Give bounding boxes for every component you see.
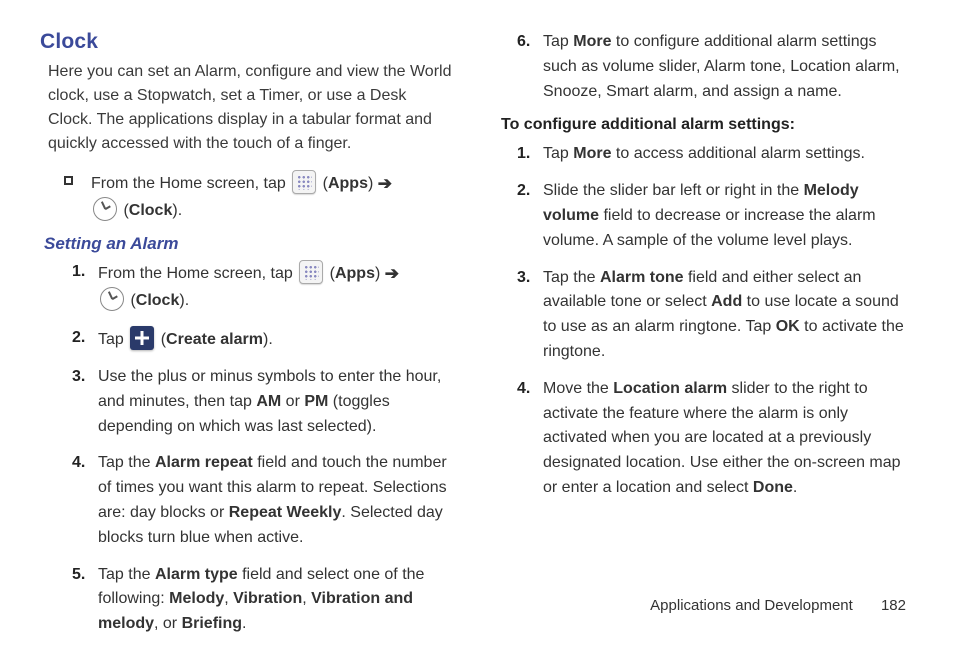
clock-label: Clock: [136, 292, 180, 309]
steps-list-left: 1. From the Home screen, tap (Apps) ➔ (C…: [72, 260, 453, 637]
add-label: Add: [711, 293, 742, 310]
bullet-from-home: From the Home screen, tap (Apps) ➔ (Cloc…: [64, 170, 453, 224]
step-body: Tap More to access additional alarm sett…: [543, 142, 914, 167]
text: From the Home screen, tap: [91, 175, 290, 192]
alarm-type-label: Alarm type: [155, 566, 238, 583]
text: Tap the: [98, 454, 155, 471]
step-body: Tap the Alarm type field and select one …: [98, 563, 453, 637]
step-item: 4. Tap the Alarm repeat field and touch …: [72, 451, 453, 550]
step-item: 3. Use the plus or minus symbols to ente…: [72, 365, 453, 439]
step-number: 4.: [517, 377, 543, 501]
text: ).: [263, 331, 273, 348]
step-body: Move the Location alarm slider to the ri…: [543, 377, 914, 501]
done-label: Done: [753, 479, 793, 496]
page-content: Clock Here you can set an Alarm, configu…: [0, 0, 954, 649]
step-item: 4. Move the Location alarm slider to the…: [517, 377, 914, 501]
arrow-right-icon: ➔: [385, 261, 399, 287]
configure-additional-heading: To configure additional alarm settings:: [501, 116, 914, 134]
melody-label: Melody: [169, 590, 224, 607]
text: ).: [172, 202, 182, 219]
text: , or: [154, 615, 182, 632]
bullet-text: From the Home screen, tap (Apps) ➔ (Cloc…: [91, 170, 392, 224]
vibration-label: Vibration: [233, 590, 302, 607]
intro-paragraph: Here you can set an Alarm, configure and…: [48, 60, 453, 156]
step-number: 3.: [72, 365, 98, 439]
square-bullet-icon: [64, 176, 73, 185]
step-item: 6. Tap More to configure additional alar…: [517, 30, 914, 104]
step-number: 6.: [517, 30, 543, 104]
clock-icon: [93, 197, 117, 221]
text: Slide the slider bar left or right in th…: [543, 182, 804, 199]
text: .: [242, 615, 246, 632]
text: ,: [302, 590, 311, 607]
apps-label: Apps: [328, 175, 368, 192]
step-body: Slide the slider bar left or right in th…: [543, 179, 914, 253]
step-item: 3. Tap the Alarm tone field and either s…: [517, 266, 914, 365]
text: Move the: [543, 380, 613, 397]
step-body: From the Home screen, tap (Apps) ➔ (Cloc…: [98, 260, 453, 314]
steps-list-continued: 6. Tap More to configure additional alar…: [517, 30, 914, 104]
step-number: 5.: [72, 563, 98, 637]
clock-icon: [100, 287, 124, 311]
text: From the Home screen, tap: [98, 265, 297, 282]
step-item: 5. Tap the Alarm type field and select o…: [72, 563, 453, 637]
am-label: AM: [256, 393, 281, 410]
left-column: Clock Here you can set an Alarm, configu…: [40, 30, 453, 649]
ok-label: OK: [776, 318, 800, 335]
text: Tap: [543, 33, 573, 50]
text: Tap: [98, 331, 128, 348]
text: to access additional alarm settings.: [611, 145, 864, 162]
page-number: 182: [881, 597, 906, 614]
step-body: Tap the Alarm tone field and either sele…: [543, 266, 914, 365]
step-body: Tap the Alarm repeat field and touch the…: [98, 451, 453, 550]
text: ): [375, 265, 385, 282]
step-body: Tap More to configure additional alarm s…: [543, 30, 914, 104]
location-alarm-label: Location alarm: [613, 380, 727, 397]
text: .: [793, 479, 797, 496]
right-column: 6. Tap More to configure additional alar…: [501, 30, 914, 649]
more-label: More: [573, 145, 611, 162]
apps-grid-icon: [299, 260, 323, 284]
step-item: 1. Tap More to access additional alarm s…: [517, 142, 914, 167]
step-body: Tap (Create alarm).: [98, 326, 453, 353]
create-alarm-label: Create alarm: [166, 331, 263, 348]
alarm-tone-label: Alarm tone: [600, 269, 684, 286]
text: or: [281, 393, 304, 410]
clock-label: Clock: [129, 202, 173, 219]
page-footer: Applications and Development 182: [650, 597, 906, 614]
footer-section-name: Applications and Development: [650, 597, 853, 614]
text: ,: [224, 590, 233, 607]
briefing-label: Briefing: [182, 615, 242, 632]
text: slider to the right to activate the feat…: [543, 380, 901, 496]
plus-icon: [130, 326, 154, 350]
step-number: 1.: [517, 142, 543, 167]
step-number: 2.: [72, 326, 98, 353]
apps-grid-icon: [292, 170, 316, 194]
step-item: 2. Tap (Create alarm).: [72, 326, 453, 353]
step-number: 3.: [517, 266, 543, 365]
more-label: More: [573, 33, 611, 50]
text: Tap the: [543, 269, 600, 286]
arrow-right-icon: ➔: [378, 171, 392, 197]
step-item: 2. Slide the slider bar left or right in…: [517, 179, 914, 253]
step-body: Use the plus or minus symbols to enter t…: [98, 365, 453, 439]
step-number: 2.: [517, 179, 543, 253]
step-number: 1.: [72, 260, 98, 314]
apps-label: Apps: [335, 265, 375, 282]
step-item: 1. From the Home screen, tap (Apps) ➔ (C…: [72, 260, 453, 314]
text: ).: [179, 292, 189, 309]
pm-label: PM: [304, 393, 328, 410]
repeat-weekly-label: Repeat Weekly: [229, 504, 342, 521]
step-number: 4.: [72, 451, 98, 550]
subsection-heading: Setting an Alarm: [44, 234, 453, 254]
text: Tap the: [98, 566, 155, 583]
text: ): [368, 175, 378, 192]
text: Tap: [543, 145, 573, 162]
alarm-repeat-label: Alarm repeat: [155, 454, 253, 471]
section-heading: Clock: [40, 30, 453, 54]
steps-list-right: 1. Tap More to access additional alarm s…: [517, 142, 914, 500]
